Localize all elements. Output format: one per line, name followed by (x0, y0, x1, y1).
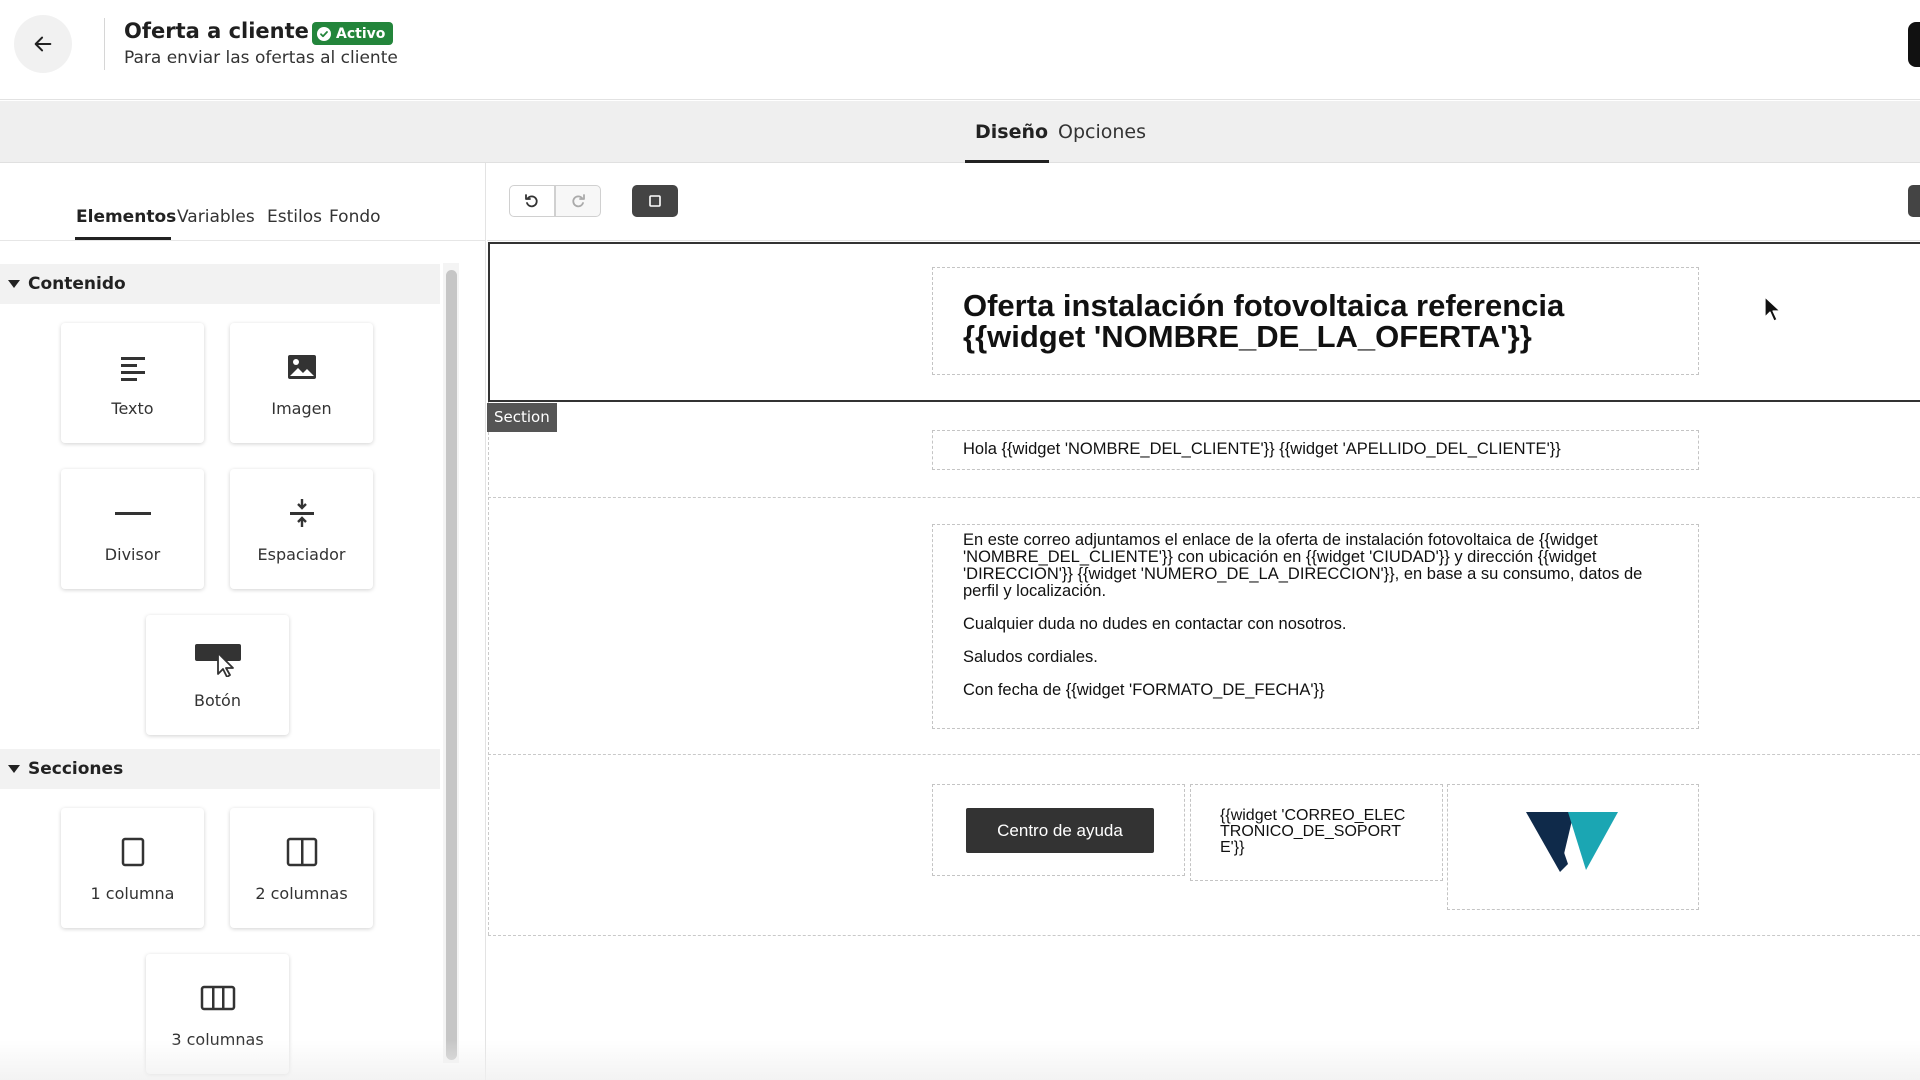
element-text-label: Texto (111, 399, 154, 418)
email-body-paragraph: En este correo adjuntamos el enlace de l… (963, 531, 1643, 600)
three-columns-icon (200, 980, 236, 1016)
one-column-icon (121, 834, 145, 870)
caret-down-icon (8, 765, 20, 773)
section-one-column-tile[interactable]: 1 columna (61, 808, 204, 928)
section-two-columns-label: 2 columnas (255, 884, 348, 903)
active-subtab-indicator (75, 237, 171, 240)
editor-toolbar (487, 163, 1920, 241)
section-three-columns-tile[interactable]: 3 columnas (146, 954, 289, 1074)
sections-section-label: Secciones (28, 759, 124, 779)
header-action-button[interactable] (1908, 22, 1920, 67)
support-email: {{widget 'CORREO_ELECTRONICO_DE_SOPORTE'… (1220, 807, 1406, 856)
element-spacer-label: Espaciador (257, 545, 346, 564)
undo-button[interactable] (509, 185, 555, 217)
text-icon (119, 349, 147, 385)
row-separator (488, 754, 1920, 755)
section-two-columns-tile[interactable]: 2 columnas (230, 808, 373, 928)
page-title: Oferta a cliente 2 (124, 19, 331, 43)
email-body: En este correo adjuntamos el enlace de l… (963, 532, 1663, 715)
panel-subtabs: Elementos Variables Estilos Fondo (0, 163, 486, 241)
back-button[interactable] (14, 15, 72, 73)
preview-icon (649, 195, 661, 207)
element-divider-label: Divisor (104, 545, 161, 564)
help-center-button[interactable]: Centro de ayuda (966, 808, 1154, 853)
element-button-label: Botón (194, 691, 241, 710)
caret-down-icon (8, 280, 20, 288)
spacer-icon (289, 495, 315, 531)
section-tag: Section (487, 403, 557, 432)
subtab-elements[interactable]: Elementos (76, 207, 176, 227)
two-columns-icon (286, 834, 318, 870)
element-divider-tile[interactable]: Divisor (61, 469, 204, 589)
header-divider (104, 18, 105, 70)
page-header: Oferta a cliente 2 Activo Para enviar la… (0, 0, 1920, 100)
button-icon (194, 641, 242, 677)
redo-button[interactable] (555, 185, 601, 217)
arrow-left-icon (34, 36, 52, 52)
row-separator (488, 935, 1920, 936)
element-image-tile[interactable]: Imagen (230, 323, 373, 443)
panel-scrollbar-thumb[interactable] (446, 270, 457, 1060)
page-subtitle: Para enviar las ofertas al cliente (124, 48, 398, 68)
tab-options[interactable]: Opciones (1058, 101, 1146, 163)
section-three-columns-label: 3 columnas (171, 1030, 264, 1049)
email-body-paragraph: Saludos cordiales. (963, 648, 1098, 666)
email-greeting: Hola {{widget 'NOMBRE_DEL_CLIENTE'}} {{w… (963, 440, 1561, 458)
status-badge-label: Activo (336, 25, 386, 42)
email-body-paragraph: Con fecha de {{widget 'FORMATO_DE_FECHA'… (963, 681, 1325, 699)
redo-icon (572, 194, 585, 208)
elements-panel: Elementos Variables Estilos Fondo Conten… (0, 163, 486, 1080)
content-section-label: Contenido (28, 274, 126, 294)
mouse-pointer-icon (1764, 296, 1780, 322)
divider-icon (114, 495, 151, 531)
tab-design[interactable]: Diseño (975, 101, 1048, 163)
element-spacer-tile[interactable]: Espaciador (230, 469, 373, 589)
subtab-variables[interactable]: Variables (177, 207, 255, 227)
preview-button[interactable] (632, 185, 678, 217)
editor-tabs: Diseño Opciones (0, 101, 1920, 163)
row-left-border (488, 402, 489, 935)
element-button-tile[interactable]: Botón (146, 615, 289, 735)
subtab-background[interactable]: Fondo (329, 207, 381, 227)
content-section-header[interactable]: Contenido (0, 264, 440, 304)
toolbar-action-button[interactable] (1908, 185, 1920, 217)
company-logo-icon (1526, 812, 1618, 872)
status-badge: Activo (312, 22, 394, 45)
undo-icon (525, 194, 538, 208)
email-body-paragraph: Cualquier duda no dudes en contactar con… (963, 615, 1347, 633)
sections-section-header[interactable]: Secciones (0, 749, 440, 789)
image-icon (287, 349, 317, 385)
element-text-tile[interactable]: Texto (61, 323, 204, 443)
subtab-styles[interactable]: Estilos (267, 207, 322, 227)
email-heading: Oferta instalación fotovoltaica referenc… (963, 288, 1565, 354)
element-image-label: Imagen (271, 399, 332, 418)
check-icon (317, 26, 331, 41)
section-one-column-label: 1 columna (90, 884, 175, 903)
row-separator (488, 497, 1920, 498)
